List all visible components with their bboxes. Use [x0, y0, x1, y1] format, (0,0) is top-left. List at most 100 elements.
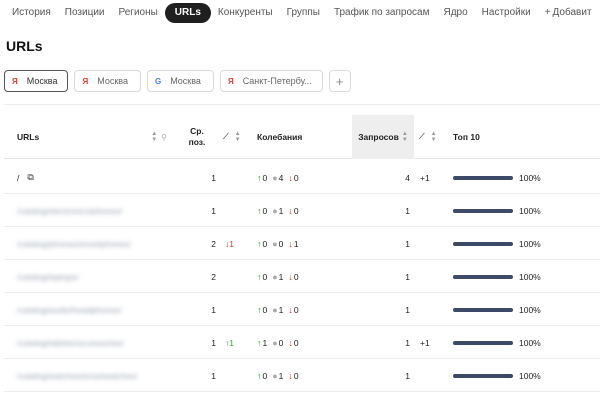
sort-arrows-icon[interactable]: ▲ ▼	[151, 131, 157, 143]
fluct-same: 0	[278, 238, 284, 249]
avg-position: 2	[211, 271, 216, 282]
tab-competitors[interactable]: Конкуренты	[211, 3, 280, 23]
table-row[interactable]: /catalog/laptops/2 ↑ 0 ● 1 ↓ 0 1 100%	[4, 260, 600, 293]
url-cell: /catalog/laptops/	[17, 260, 177, 293]
external-link-icon[interactable]: ⧉	[27, 172, 33, 183]
dot-icon: ●	[272, 172, 278, 183]
fluct-down: 0	[293, 271, 299, 282]
fluct-up: 0	[262, 271, 268, 282]
fluct-up: 0	[262, 238, 268, 249]
fluct-up: 0	[262, 205, 268, 216]
dot-icon: ●	[272, 238, 278, 249]
fluctuations: ↑ 1 ● 0 ↓ 0	[257, 326, 352, 359]
header-fluctuations-label: Колебания	[257, 132, 303, 142]
sort-arrows-icon[interactable]: ▲ ▼	[431, 131, 437, 143]
trend-chart-icon: ⟋	[223, 132, 229, 141]
add-region-button[interactable]: +	[328, 70, 351, 92]
add-button[interactable]: + Добавит	[538, 3, 599, 23]
page-title: URLs	[6, 38, 43, 54]
arrow-up-icon: ↑	[257, 271, 262, 282]
top10-value: 100%	[519, 205, 541, 216]
table-row[interactable]: /catalog/audio/headphones/1 ↑ 0 ● 1 ↓ 0 1 100%	[4, 293, 600, 326]
plus-icon: +	[544, 7, 551, 18]
avg-position: 1	[211, 205, 216, 216]
arrow-up-icon: ↑	[257, 337, 262, 348]
tab-groups[interactable]: Группы	[280, 3, 327, 23]
sort-arrows-icon[interactable]: ▲ ▼	[402, 131, 408, 143]
arrow-down-icon: ↓	[288, 304, 293, 315]
header-urls[interactable]: URLs ▲ ▼ ⚲	[17, 115, 167, 159]
queries-count: 1	[405, 205, 410, 216]
fluct-down: 0	[293, 304, 299, 315]
table-row[interactable]: /catalog/tablets/accessories/1 ↑ 1 ↑ 1 ● 0 ↓ 0 1 +…	[4, 326, 600, 359]
url-text[interactable]: /catalog/phones/smartphones/	[17, 239, 131, 249]
add-button-label: Добавит	[552, 7, 592, 18]
queries-delta: +1	[420, 172, 430, 183]
url-cell: / ⧉	[17, 161, 177, 194]
region-chip[interactable]: Я Москва	[4, 70, 69, 92]
yandex-icon: Я	[12, 76, 18, 86]
trend-chart-icon: ⟋	[419, 132, 425, 141]
url-text[interactable]: /catalog/tablets/accessories/	[17, 338, 124, 348]
tab-core[interactable]: Ядро	[436, 3, 474, 23]
fluct-same: 1	[278, 370, 284, 381]
top10-cell: 100%	[453, 194, 573, 227]
header-avg-position[interactable]: Ср. поз.	[182, 115, 212, 159]
arrow-down-icon: ↓	[288, 337, 293, 348]
header-avg-line2: поз.	[188, 137, 206, 147]
header-top10: Топ 10	[453, 115, 553, 159]
header-fluctuations: Колебания	[257, 115, 352, 159]
yandex-icon: Я	[227, 76, 234, 86]
urls-table: URLs ▲ ▼ ⚲ Ср. поз. ⟋ ▲ ▼ Колебания Запросо…	[4, 104, 600, 400]
queries-count: 1	[405, 337, 410, 348]
url-text[interactable]: /catalog/audio/headphones/	[17, 305, 121, 315]
region-chip[interactable]: G Москва	[146, 70, 214, 92]
fluct-same: 1	[278, 271, 284, 282]
tab-positions[interactable]: Позиции	[58, 3, 112, 23]
fluct-same: 1	[278, 205, 284, 216]
region-chip[interactable]: Я Санкт-Петербу...	[219, 70, 323, 92]
fluct-down: 1	[293, 238, 299, 249]
top-nav: История Позиции Регионы URLs Конкуренты …	[0, 0, 600, 26]
avg-position: 1	[211, 337, 216, 348]
table-row[interactable]: /catalog/electronics/phones/1 ↑ 0 ● 1 ↓ 0 1 100%	[4, 194, 600, 227]
tab-history[interactable]: История	[0, 3, 58, 23]
table-row[interactable]: /catalog/watches/smartwatches/1 ↑ 0 ● 1 ↓ 0 1 10…	[4, 359, 600, 392]
search-icon[interactable]: ⚲	[161, 133, 167, 142]
top10-value: 100%	[519, 304, 541, 315]
header-queries[interactable]: Запросов ▲ ▼	[352, 115, 414, 159]
tab-urls[interactable]: URLs	[164, 3, 211, 23]
table-row[interactable]: / ⧉ 1 ↑ 0 ● 4 ↓ 0 4 +1 100%	[4, 161, 600, 194]
queries-delta	[420, 227, 448, 260]
table-header: URLs ▲ ▼ ⚲ Ср. поз. ⟋ ▲ ▼ Колебания Запросо…	[4, 115, 600, 159]
tab-settings[interactable]: Настройки	[475, 3, 538, 23]
dot-icon: ●	[272, 370, 278, 381]
fluctuations: ↑ 0 ● 0 ↓ 1	[257, 227, 352, 260]
url-text[interactable]: /catalog/watches/smartwatches/	[17, 371, 137, 381]
url-text[interactable]: /catalog/laptops/	[17, 272, 79, 282]
position-delta	[225, 260, 253, 293]
queries-delta	[420, 194, 448, 227]
fluctuations: ↑ 0 ● 1 ↓ 0	[257, 293, 352, 326]
queries-count: 1	[405, 370, 410, 381]
top10-cell: 100%	[453, 359, 573, 392]
top10-cell: 100%	[453, 326, 573, 359]
table-row[interactable]: /catalog/phones/smartphones/2 ↓ 1 ↑ 0 ● 0 ↓ 1 1 10…	[4, 227, 600, 260]
url-cell: /catalog/electronics/phones/	[17, 194, 177, 227]
tab-regions[interactable]: Регионы	[112, 3, 165, 23]
header-trend[interactable]: ⟋ ▲ ▼	[223, 115, 253, 159]
tab-traffic[interactable]: Трафик по запросам	[327, 3, 437, 23]
avg-position: 1	[211, 172, 216, 183]
yandex-icon: Я	[82, 76, 89, 86]
region-chip[interactable]: Я Москва	[74, 70, 141, 92]
position-delta-value: 1	[229, 238, 234, 249]
region-chip-label: Москва	[170, 76, 201, 86]
url-text[interactable]: /catalog/electronics/phones/	[17, 206, 122, 216]
arrow-up-icon: ↑	[257, 238, 262, 249]
url-text[interactable]: /	[17, 173, 19, 183]
arrow-down-icon: ↓	[288, 172, 293, 183]
sort-arrows-icon[interactable]: ▲ ▼	[235, 131, 241, 143]
arrow-down-icon: ↓	[288, 271, 293, 282]
header-queries-trend[interactable]: ⟋ ▲ ▼	[419, 115, 449, 159]
url-cell: /catalog/audio/headphones/	[17, 293, 177, 326]
